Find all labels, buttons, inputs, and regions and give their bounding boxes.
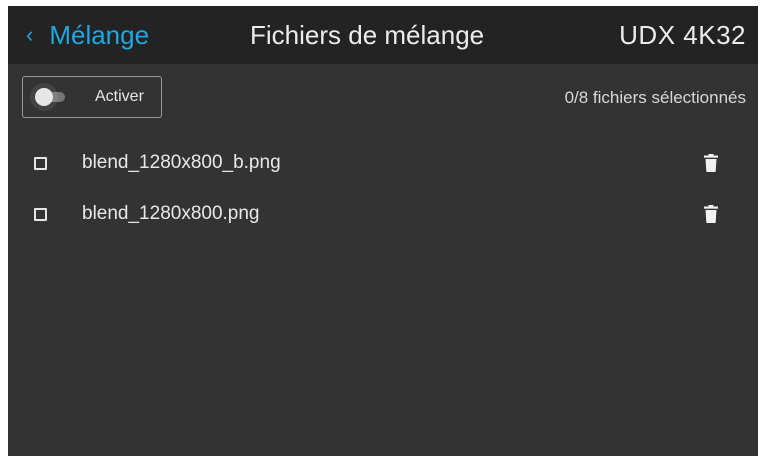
file-name: blend_1280x800_b.png (82, 152, 281, 173)
toggle-switch-icon (35, 88, 65, 106)
file-row[interactable]: blend_1280x800_b.png (8, 141, 758, 185)
blend-files-screen: ‹ Mélange Fichiers de mélange UDX 4K32 A… (8, 6, 758, 456)
file-row[interactable]: blend_1280x800.png (8, 192, 758, 236)
back-button[interactable]: ‹ Mélange (26, 6, 149, 64)
trash-icon[interactable] (704, 154, 718, 172)
checkbox-icon[interactable] (34, 207, 47, 221)
selection-status: 0/8 fichiers sélectionnés (564, 88, 746, 107)
checkbox-icon[interactable] (34, 156, 47, 170)
trash-icon[interactable] (704, 205, 718, 223)
chevron-left-icon: ‹ (26, 22, 34, 47)
activate-toggle-button[interactable]: Activer (22, 76, 162, 118)
page-title: Fichiers de mélange (250, 19, 485, 50)
header-bar: ‹ Mélange Fichiers de mélange UDX 4K32 (8, 6, 758, 64)
activate-label: Activer (95, 88, 144, 105)
file-name: blend_1280x800.png (82, 203, 260, 224)
back-label: Mélange (49, 19, 150, 50)
device-name: UDX 4K32 (619, 19, 746, 50)
